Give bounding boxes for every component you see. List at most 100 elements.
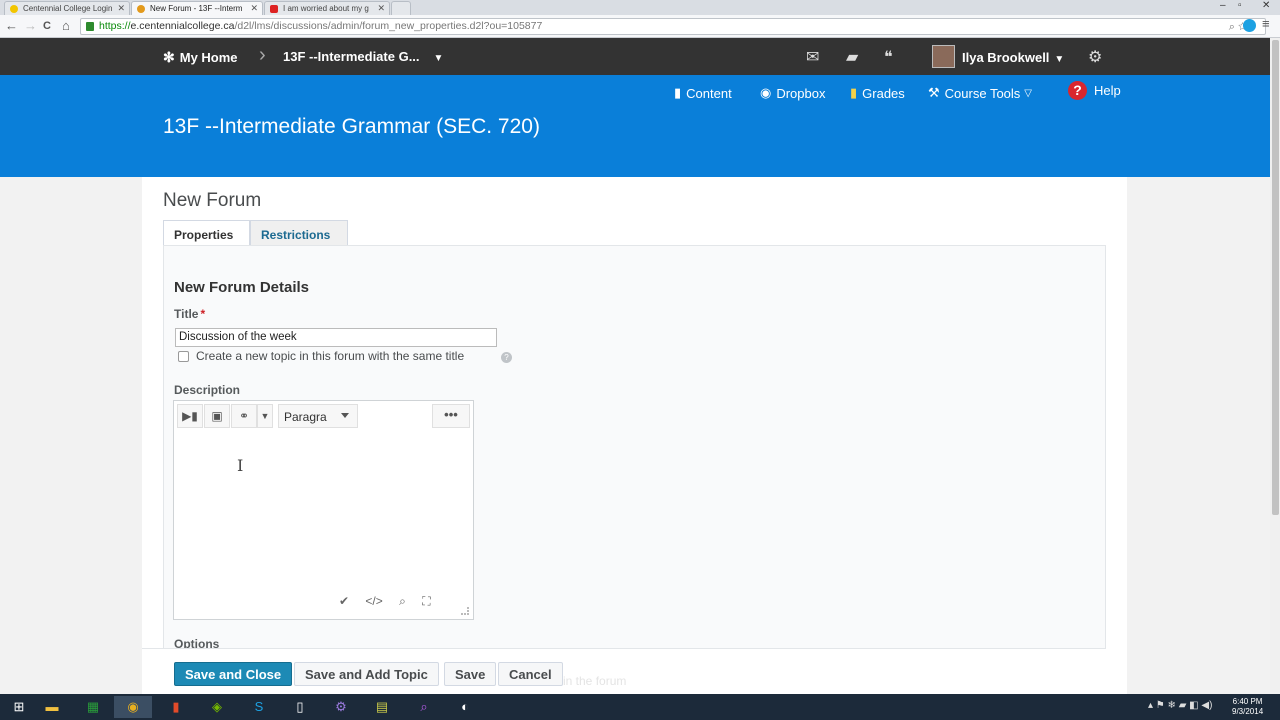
- close-icon[interactable]: ✕: [250, 3, 258, 14]
- browser-tab-label: I am worried about my g: [283, 4, 369, 13]
- notepad-icon[interactable]: ▯: [281, 696, 319, 718]
- tools-icon: ⚒: [928, 85, 940, 100]
- skype-taskbar-icon[interactable]: S: [240, 696, 278, 718]
- excel-icon[interactable]: ▦: [74, 696, 112, 718]
- format-select[interactable]: Paragra: [278, 404, 358, 428]
- obs-icon[interactable]: ◐: [446, 696, 484, 718]
- windows-taskbar: ⊞ ▬ ▦ ◉ ▮ ◈ S ▯ ⚙ ▤ ⌕ ◐ ▴ ⚑ ❄ ▰ ◧ ◀) 6:4…: [0, 694, 1280, 720]
- chevron-down-icon: ▼: [433, 53, 444, 64]
- chat-icon[interactable]: ❝: [884, 47, 893, 67]
- url-path: /d2l/lms/discussions/admin/forum_new_pro…: [234, 20, 543, 32]
- source-code-icon[interactable]: </>: [365, 594, 382, 608]
- link-dropdown-icon[interactable]: ▼: [257, 404, 273, 428]
- chevron-down-icon: [341, 413, 349, 418]
- scrollbar-thumb[interactable]: [1272, 40, 1279, 515]
- user-menu[interactable]: Ilya Brookwell ▼: [962, 50, 1064, 65]
- nav-grades[interactable]: ▮ Grades: [850, 85, 905, 101]
- close-icon[interactable]: ✕: [117, 3, 125, 14]
- close-window-button[interactable]: ✕: [1262, 0, 1270, 11]
- home-logo-icon: ✻: [163, 49, 175, 65]
- user-name: Ilya Brookwell: [962, 50, 1050, 65]
- clock[interactable]: 6:40 PM 9/3/2014: [1232, 697, 1263, 717]
- nav-dropbox[interactable]: ◉ Dropbox: [760, 85, 825, 101]
- app-icon[interactable]: ▤: [363, 696, 401, 718]
- nav-help[interactable]: ? Help: [1068, 81, 1121, 100]
- url-host: e.centennialcollege.ca: [130, 20, 235, 32]
- section-heading: New Forum Details: [174, 279, 310, 296]
- lock-icon: [86, 22, 94, 31]
- close-icon[interactable]: ✕: [377, 3, 385, 14]
- grades-icon: ▮: [850, 85, 858, 100]
- chevron-down-icon: ▽: [1024, 87, 1032, 99]
- same-title-checkbox[interactable]: [178, 351, 189, 362]
- more-actions-button[interactable]: •••: [432, 404, 470, 428]
- system-tray[interactable]: ▴ ⚑ ❄ ▰ ◧ ◀): [1148, 700, 1212, 711]
- browser-tab-label: New Forum - 13F --Interm: [150, 4, 243, 13]
- title-label: Title *: [174, 307, 205, 321]
- course-title: 13F --Intermediate Grammar (SEC. 720): [163, 115, 540, 138]
- spellcheck-icon[interactable]: ✔: [339, 594, 349, 608]
- nav-course-tools[interactable]: ⚒ Course Tools ▽: [928, 85, 1032, 101]
- browser-tab[interactable]: I am worried about my g ✕: [264, 1, 390, 15]
- help-icon[interactable]: ?: [501, 352, 512, 363]
- office-icon[interactable]: ▮: [157, 696, 195, 718]
- save-and-close-button[interactable]: Save and Close: [174, 662, 293, 686]
- address-bar[interactable]: https://e.centennialcollege.ca/d2l/lms/d…: [80, 18, 1266, 35]
- tab-restrictions[interactable]: Restrictions: [250, 220, 348, 246]
- same-title-checkbox-label[interactable]: Create a new topic in this forum with th…: [196, 349, 464, 363]
- nav-course-tools-label: Course Tools: [944, 85, 1021, 101]
- file-explorer-icon[interactable]: ▬: [33, 696, 71, 718]
- mail-icon[interactable]: ✉: [806, 47, 819, 67]
- search-app-icon[interactable]: ⌕: [405, 696, 443, 718]
- search-icon[interactable]: ⌕: [1229, 21, 1235, 33]
- book-icon: ▮: [674, 85, 682, 100]
- favicon-icon: [10, 5, 18, 13]
- editor-bottom-bar: ✔ </> ⌕ ⛶: [339, 594, 444, 609]
- forward-button[interactable]: →: [24, 18, 37, 34]
- avatar[interactable]: [932, 45, 955, 68]
- menu-icon[interactable]: ≡: [1262, 16, 1270, 32]
- reload-button[interactable]: C: [43, 18, 51, 34]
- my-home-link[interactable]: ✻ My Home: [163, 49, 238, 66]
- nav-content[interactable]: ▮ Content: [674, 85, 732, 101]
- back-button[interactable]: ←: [5, 18, 18, 34]
- text-cursor-icon: I: [237, 456, 244, 475]
- browser-tab[interactable]: Centennial College Login ✕: [4, 1, 130, 15]
- skype-icon[interactable]: [1243, 19, 1256, 32]
- new-tab-button[interactable]: [391, 1, 411, 15]
- page-title: New Forum: [163, 190, 262, 211]
- save-and-add-topic-button[interactable]: Save and Add Topic: [294, 662, 439, 686]
- nav-content-label: Content: [686, 85, 732, 101]
- course-selector[interactable]: 13F --Intermediate G... ▼: [283, 49, 443, 64]
- chevron-down-icon: ▼: [1054, 54, 1065, 65]
- browser-tab-active[interactable]: New Forum - 13F --Interm ✕: [131, 1, 263, 15]
- dropbox-icon: ◉: [760, 85, 772, 100]
- insert-link-icon[interactable]: ⚭: [231, 404, 257, 428]
- description-editor[interactable]: ▶▮ ▣ ⚭ ▼ Paragra ••• I ✔ </> ⌕ ⛶: [173, 400, 474, 620]
- tab-properties[interactable]: Properties: [163, 220, 250, 246]
- chrome-icon[interactable]: ◉: [114, 696, 152, 718]
- course-navbar: ▮ Content ◉ Dropbox ▮ Grades ⚒ Course Tools ▽…: [0, 75, 1280, 177]
- settings-icon[interactable]: ⚙: [1088, 47, 1102, 67]
- title-input[interactable]: Discussion of the week: [175, 328, 497, 347]
- favicon-icon: [137, 5, 145, 13]
- browser-tab-strip: Centennial College Login ✕ New Forum - 1…: [0, 0, 1280, 15]
- cancel-button[interactable]: Cancel: [498, 662, 563, 686]
- main-content: New Forum Properties Restrictions New Fo…: [142, 177, 1127, 720]
- home-button[interactable]: ⌂: [62, 18, 70, 34]
- insert-stuff-icon[interactable]: ▶▮: [177, 404, 203, 428]
- minibar: ✻ My Home › 13F --Intermediate G... ▼ ✉ ▰ …: [0, 38, 1280, 75]
- minimize-button[interactable]: –: [1220, 0, 1226, 11]
- notifications-icon[interactable]: ▰: [846, 47, 858, 67]
- save-button[interactable]: Save: [444, 662, 497, 686]
- clock-date: 9/3/2014: [1232, 707, 1264, 716]
- maximize-button[interactable]: ▫: [1238, 0, 1242, 11]
- nvidia-icon[interactable]: ◈: [198, 696, 236, 718]
- resize-handle-icon[interactable]: [461, 607, 469, 615]
- settings-app-icon[interactable]: ⚙: [322, 696, 360, 718]
- preview-icon[interactable]: ⌕: [399, 594, 406, 608]
- nav-help-label: Help: [1094, 83, 1121, 98]
- fullscreen-icon[interactable]: ⛶: [422, 594, 430, 608]
- insert-image-icon[interactable]: ▣: [204, 404, 230, 428]
- chevron-right-icon: ›: [259, 44, 266, 66]
